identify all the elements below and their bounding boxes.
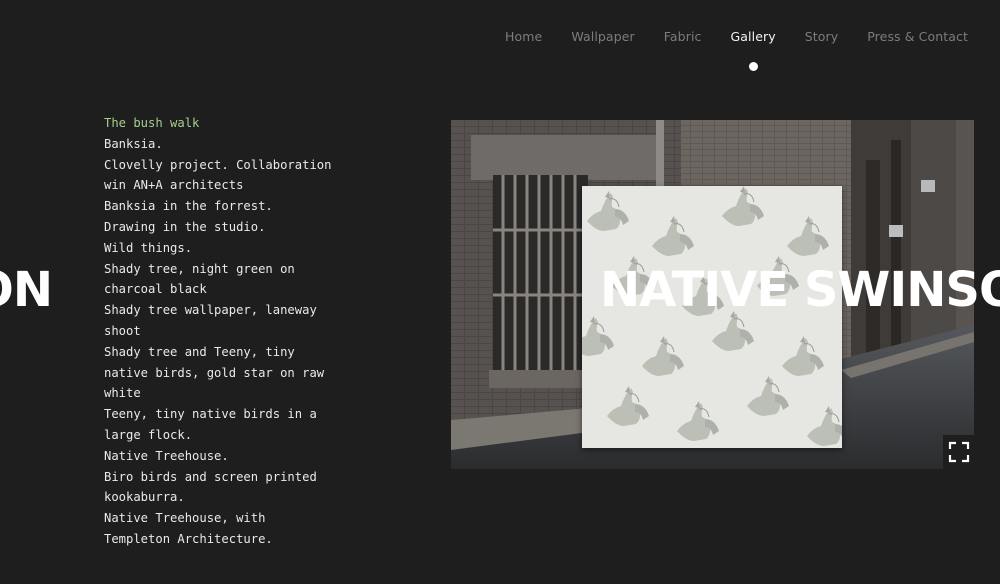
caption-item[interactable]: Wild things. <box>104 238 336 259</box>
caption-item[interactable]: Clovelly project. Collaboration win AN+A… <box>104 155 336 197</box>
nav-gallery-label: Gallery <box>730 29 776 44</box>
nav-story[interactable]: Story <box>805 29 839 45</box>
gallery-caption-list: The bush walk Banksia. Clovelly project.… <box>104 113 336 550</box>
nav-fabric[interactable]: Fabric <box>664 29 702 45</box>
previous-slide-title: ON <box>0 258 60 322</box>
caption-item[interactable]: Shady tree and Teeny, tiny native birds,… <box>104 342 336 404</box>
nav-wallpaper[interactable]: Wallpaper <box>571 29 634 45</box>
fullscreen-icon <box>948 441 969 463</box>
caption-item[interactable]: Biro birds and screen printed kookaburra… <box>104 467 336 509</box>
caption-item[interactable]: Banksia. <box>104 134 336 155</box>
caption-item[interactable]: Native Treehouse. <box>104 446 336 467</box>
current-slide-title-text: NATIVE SWINSO <box>600 262 1000 318</box>
main-nav: Home Wallpaper Fabric Gallery Story Pres… <box>505 29 968 71</box>
previous-slide-title-text: ON <box>0 262 53 318</box>
caption-item[interactable]: Teeny, tiny native birds in a large floc… <box>104 404 336 446</box>
caption-item[interactable]: Banksia in the forrest. <box>104 196 336 217</box>
nav-gallery[interactable]: Gallery <box>730 29 776 71</box>
caption-item[interactable]: Shady tree, night green on charcoal blac… <box>104 259 336 301</box>
caption-item[interactable]: Shady tree wallpaper, laneway shoot <box>104 300 336 342</box>
nav-press-contact[interactable]: Press & Contact <box>867 29 968 45</box>
current-slide-title: NATIVE SWINSO <box>600 258 1000 322</box>
nav-home[interactable]: Home <box>505 29 542 45</box>
fullscreen-button[interactable] <box>943 435 974 469</box>
caption-item[interactable]: Drawing in the studio. <box>104 217 336 238</box>
caption-item[interactable]: Native Treehouse, with Templeton Archite… <box>104 508 336 550</box>
caption-item-active[interactable]: The bush walk <box>104 113 336 134</box>
active-nav-indicator <box>748 62 758 71</box>
